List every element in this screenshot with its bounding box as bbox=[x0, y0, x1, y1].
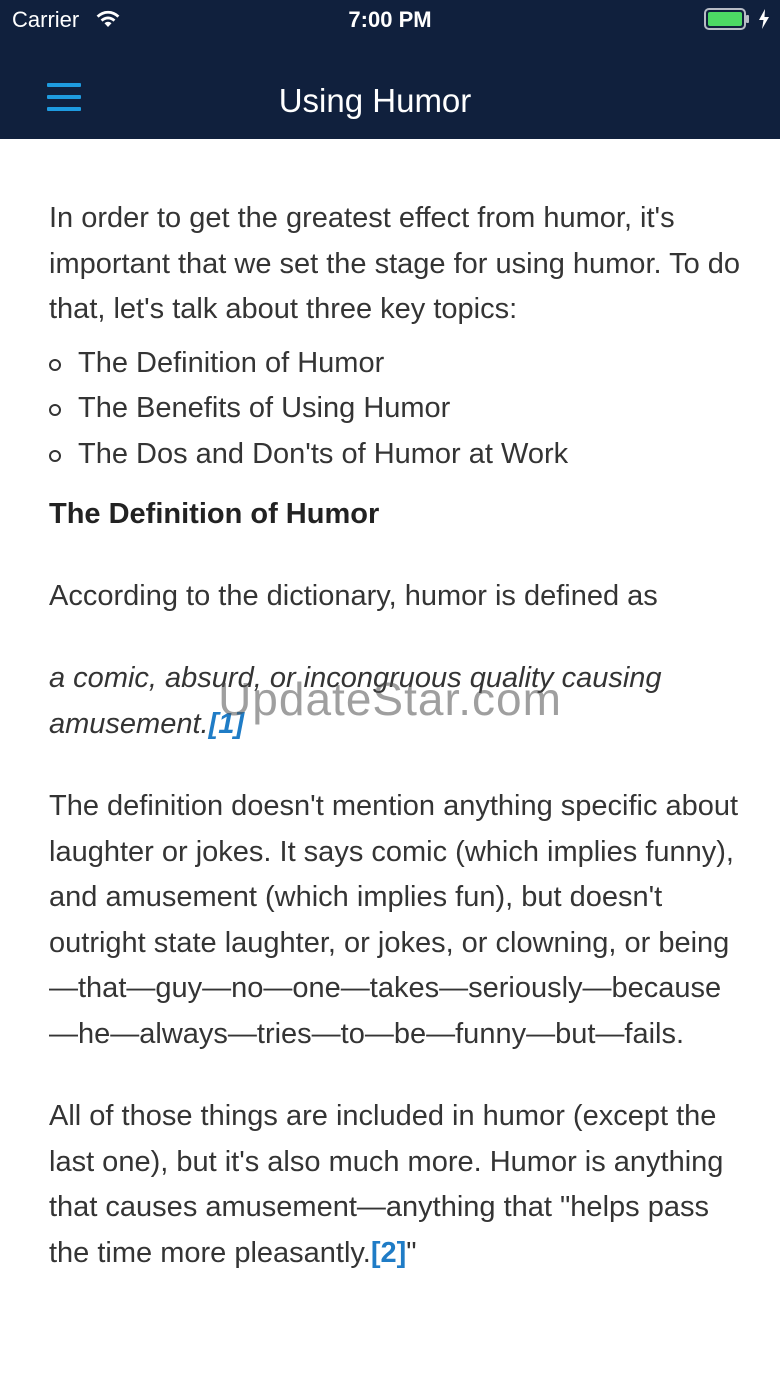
status-time: 7:00 PM bbox=[348, 7, 432, 32]
article-content: In order to get the greatest effect from… bbox=[49, 196, 749, 1343]
footnote-link-1[interactable]: [1] bbox=[209, 708, 244, 740]
status-bar: Carrier 7:00 PM bbox=[0, 0, 780, 40]
definition-text: a comic, absurd, or incongruous quality … bbox=[49, 662, 662, 740]
definition-paragraph: The definition doesn't mention anything … bbox=[49, 790, 739, 1050]
definition-quote: a comic, absurd, or incongruous quality … bbox=[49, 656, 749, 747]
page-title: Using Humor bbox=[278, 82, 472, 119]
intro-paragraph: In order to get the greatest effect from… bbox=[49, 202, 741, 325]
list-item: The Definition of Humor bbox=[49, 341, 749, 387]
topics-list: The Definition of Humor The Benefits of … bbox=[49, 341, 749, 478]
section-heading: The Definition of Humor bbox=[49, 498, 380, 530]
list-item: The Dos and Don'ts of Humor at Work bbox=[49, 432, 749, 478]
dictionary-intro: According to the dictionary, humor is de… bbox=[49, 579, 658, 612]
charging-icon bbox=[759, 9, 769, 29]
navigation-header: Carrier 7:00 PM Using Humor bbox=[0, 0, 780, 139]
next-paragraph-cutoff bbox=[49, 1313, 749, 1343]
closing-quote: " bbox=[406, 1236, 417, 1269]
humor-paragraph: All of those things are included in humo… bbox=[49, 1094, 749, 1276]
list-item: The Benefits of Using Humor bbox=[49, 386, 749, 432]
footnote-link-2[interactable]: [2] bbox=[371, 1237, 406, 1269]
battery-icon bbox=[704, 8, 749, 30]
